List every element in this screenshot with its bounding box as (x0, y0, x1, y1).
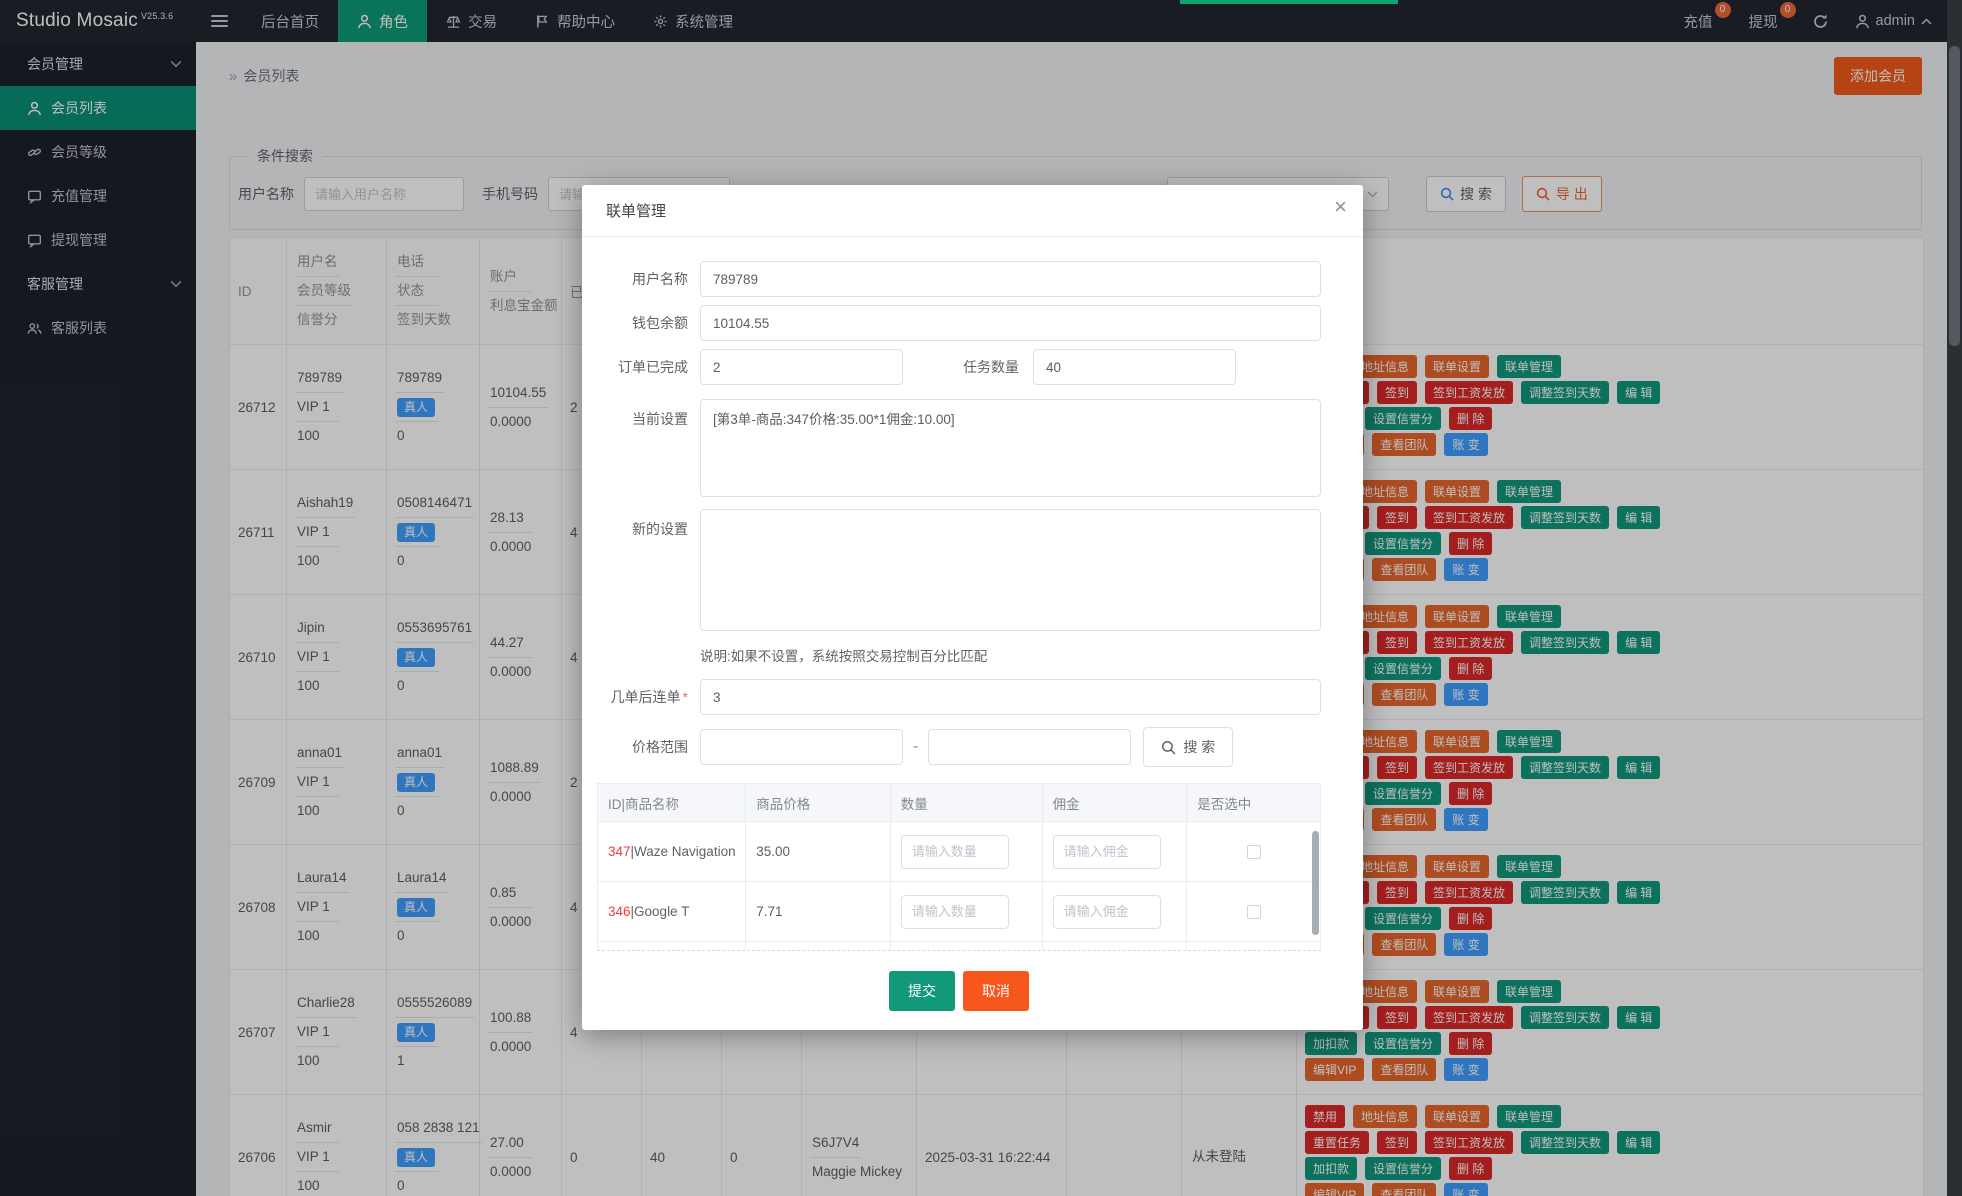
modal-price-range-label: 价格范围 (597, 737, 688, 757)
modal-wallet-input[interactable] (700, 305, 1321, 341)
required-asterisk: * (683, 689, 688, 705)
scrollbar-thumb[interactable] (1949, 46, 1960, 346)
product-column-header: 是否选中 (1187, 784, 1321, 822)
quantity-input[interactable] (901, 835, 1009, 869)
product-row (598, 942, 1321, 951)
chain-order-dialog: 联单管理 × 用户名称 钱包余额 订单已完成 任务数量 当前设置 [第3单-商品… (582, 185, 1363, 1030)
product-selected-cell (1187, 942, 1321, 951)
window-scrollbar[interactable] (1947, 0, 1962, 1196)
close-icon[interactable]: × (1334, 196, 1347, 218)
product-column-header: 商品价格 (746, 784, 891, 822)
product-name: 346|Google T (608, 904, 735, 919)
price-max-input[interactable] (928, 729, 1131, 765)
product-table-header-row: ID|商品名称商品价格数量佣金是否选中 (598, 784, 1321, 822)
modal-completed-label: 订单已完成 (597, 357, 688, 377)
checkbox[interactable] (1247, 905, 1261, 919)
modal-username-input[interactable] (700, 261, 1321, 297)
modal-current-textarea[interactable]: [第3单-商品:347价格:35.00*1佣金:10.00] (700, 399, 1321, 497)
commission-input[interactable] (1053, 895, 1161, 929)
modal-taskcount-input[interactable] (1033, 349, 1236, 385)
product-commission-cell (1043, 822, 1188, 882)
modal-chain-input[interactable] (700, 679, 1321, 715)
product-table-scrollbar[interactable] (1312, 831, 1319, 935)
modal-new-textarea[interactable] (700, 509, 1321, 631)
dialog-title: 联单管理 (606, 203, 666, 220)
product-row: 347|Waze Navigation 35.00 (598, 822, 1321, 882)
price-range-dash: - (913, 738, 918, 756)
commission-input[interactable] (1053, 835, 1161, 869)
product-table-container: ID|商品名称商品价格数量佣金是否选中 347|Waze Navigation3… (597, 783, 1321, 951)
checkbox[interactable] (1247, 845, 1261, 859)
product-price-cell: 7.71 (746, 882, 891, 942)
product-table: ID|商品名称商品价格数量佣金是否选中 347|Waze Navigation3… (597, 783, 1321, 951)
product-qty-cell (891, 822, 1043, 882)
product-qty-cell (891, 942, 1043, 951)
product-name: 347|Waze Navigation (608, 844, 735, 859)
search-icon (1161, 740, 1176, 755)
product-name-cell: 347|Waze Navigation (598, 822, 746, 882)
modal-wallet-label: 钱包余额 (597, 313, 688, 333)
price-min-input[interactable] (700, 729, 903, 765)
product-id: 347 (608, 844, 631, 859)
loading-progress-bar (1180, 0, 1398, 4)
modal-chain-label: 几单后连单* (597, 687, 688, 707)
modal-new-label: 新的设置 (597, 519, 688, 539)
product-qty-cell (891, 882, 1043, 942)
product-column-header: 数量 (891, 784, 1043, 822)
quantity-input[interactable] (901, 895, 1009, 929)
modal-search-button[interactable]: 搜 索 (1143, 727, 1233, 767)
product-selected-cell (1187, 882, 1321, 942)
product-price-cell (746, 942, 891, 951)
product-column-header: 佣金 (1043, 784, 1188, 822)
product-id: 346 (608, 904, 631, 919)
product-commission-cell (1043, 882, 1188, 942)
submit-button[interactable]: 提交 (889, 971, 955, 1011)
modal-current-label: 当前设置 (597, 409, 688, 429)
product-name-cell (598, 942, 746, 951)
modal-completed-input[interactable] (700, 349, 903, 385)
modal-search-button-label: 搜 索 (1183, 737, 1215, 757)
product-price-cell: 35.00 (746, 822, 891, 882)
modal-note: 说明:如果不设置，系统按照交易控制百分比匹配 (700, 645, 1321, 665)
modal-taskcount-label: 任务数量 (963, 357, 1019, 377)
product-commission-cell (1043, 942, 1188, 951)
product-name-cell: 346|Google T (598, 882, 746, 942)
product-column-header: ID|商品名称 (598, 784, 746, 822)
product-selected-cell (1187, 822, 1321, 882)
product-row: 346|Google T 7.71 (598, 882, 1321, 942)
modal-username-label: 用户名称 (597, 269, 688, 289)
cancel-button[interactable]: 取消 (963, 971, 1029, 1011)
